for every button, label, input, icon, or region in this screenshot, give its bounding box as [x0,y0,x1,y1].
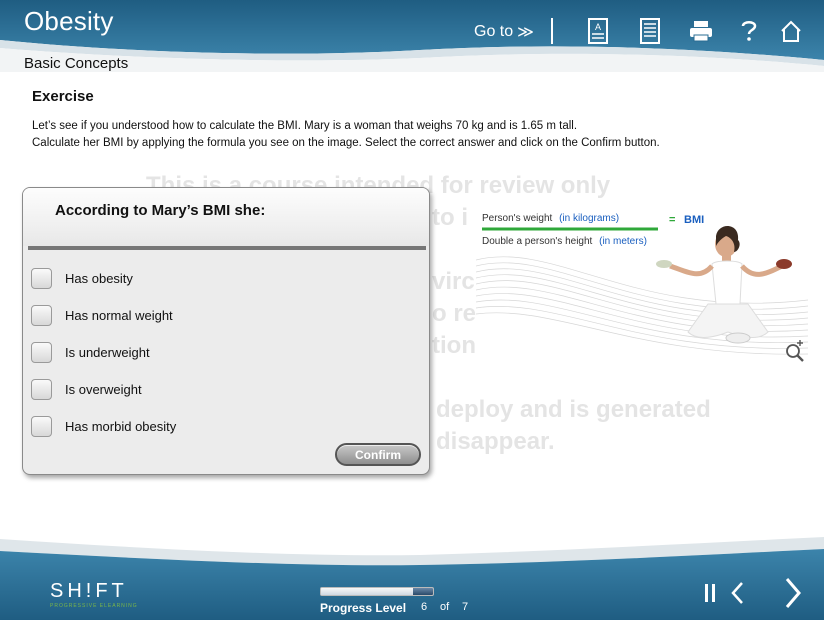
progress-current-marker [413,588,433,595]
option-has-morbid-obesity[interactable]: Has morbid obesity [31,408,176,445]
header-divider [551,18,553,44]
footer-bar: SH!FT PROGRESSIVE ELEARNING Progress Lev… [0,535,824,620]
goto-label: Go to [474,23,514,40]
print-icon [690,21,712,42]
svg-text:Double a person's height: Double a person's height (in meters) [482,236,647,247]
document-button[interactable] [637,17,663,45]
instruction-line-2: Calculate her BMI by applying the formul… [32,137,660,149]
print-button[interactable] [688,17,714,45]
watermark-text-3: virc [432,268,475,295]
progress-fill [321,588,417,595]
pause-button[interactable] [700,580,720,606]
option-has-normal-weight[interactable]: Has normal weight [31,297,176,334]
svg-text:Person's weight (in kilo: Person's weight (in kilograms) [482,213,619,224]
header-bar: Obesity Basic Concepts Go to ≫ A [0,0,824,72]
watermark-text-7: disappear. [436,428,555,455]
brand-logo: SH!FT [50,580,128,602]
previous-button[interactable] [728,580,748,606]
zoom-button[interactable] [783,338,807,362]
question-panel: According to Mary’s BMI she: Has obesity… [22,187,430,475]
option-is-underweight[interactable]: Is underweight [31,334,176,371]
goto-button[interactable]: Go to ≫ [474,22,534,42]
home-icon [781,20,801,42]
double-chevron-icon: ≫ [517,24,534,41]
total-pages: 7 [462,601,469,613]
checkbox[interactable] [31,342,52,363]
question-divider [28,246,426,250]
question-header: According to Mary’s BMI she: [23,188,429,246]
formula-denominator-unit: (in meters) [599,236,647,247]
course-title: Obesity [24,6,114,36]
current-page: 6 [421,601,428,613]
chevron-left-icon [731,582,743,604]
brand-tagline: PROGRESSIVE ELEARNING [50,603,138,609]
checkbox[interactable] [31,416,52,437]
watermark-text-2: to i [432,204,468,231]
formula-equals: = [669,214,675,226]
bmi-formula-figure: Person's weight (in kilograms) Double a … [475,200,809,365]
option-label: Has obesity [65,271,133,286]
watermark-text-6: deploy and is generated [436,396,711,423]
checkbox[interactable] [31,268,52,289]
watermark-text-5: tion [432,332,476,359]
document-icon [640,18,660,44]
formula-denominator: Double a person's height [482,236,593,247]
next-button[interactable] [780,577,806,609]
option-is-overweight[interactable]: Is overweight [31,371,176,408]
option-label: Is overweight [65,382,142,397]
checkbox[interactable] [31,379,52,400]
progress-bar [320,587,434,596]
summary-icon: A [588,18,608,44]
pause-icon [705,584,715,602]
exercise-instructions: Let’s see if you understood how to calcu… [32,118,660,152]
answer-options: Has obesity Has normal weight Is underwe… [31,260,176,445]
option-label: Has morbid obesity [65,419,177,434]
checkbox[interactable] [31,305,52,326]
section-title: Basic Concepts [24,55,129,72]
bmi-formula-illustration: Person's weight (in kilograms) Double a … [475,200,809,365]
formula-numerator: Person's weight [482,213,553,224]
confirm-button[interactable]: Confirm [335,443,421,466]
help-icon [741,21,757,41]
exercise-title: Exercise [32,88,94,105]
chevron-right-icon [785,578,801,608]
option-has-obesity[interactable]: Has obesity [31,260,176,297]
help-button[interactable] [736,17,762,45]
formula-numerator-unit: (in kilograms) [559,213,619,224]
question-prompt: According to Mary’s BMI she: [55,202,266,219]
progress-label: Progress Level [320,601,407,615]
instruction-line-1: Let’s see if you understood how to calcu… [32,120,578,132]
option-label: Has normal weight [65,308,173,323]
zoom-in-icon [786,340,804,362]
of-label: of [440,601,450,613]
option-label: Is underweight [65,345,150,360]
formula-result: BMI [684,214,704,226]
home-button[interactable] [778,17,804,45]
svg-text:A: A [595,22,601,32]
summary-button[interactable]: A [585,17,611,45]
